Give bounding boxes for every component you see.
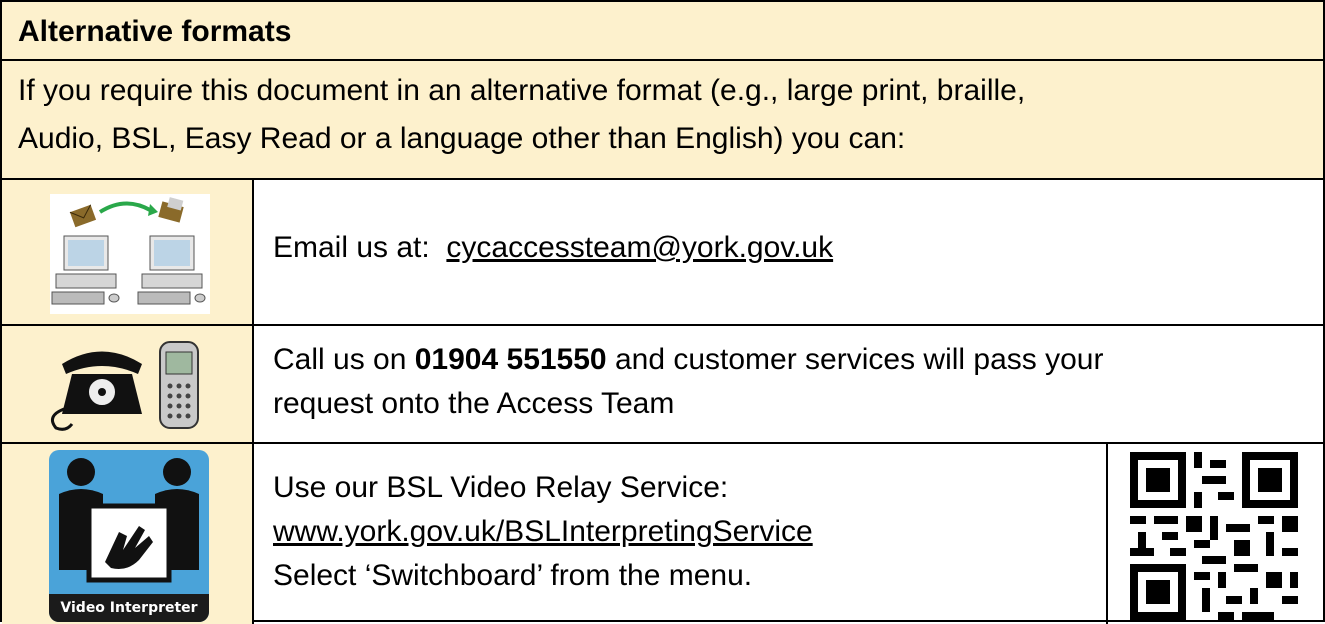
bsl-line-3: Select ‘Switchboard’ from the menu. — [273, 559, 753, 592]
alternative-formats-panel: Alternative formats If you require this … — [0, 0, 1325, 624]
bsl-icon-cell: Video Interpreter — [2, 444, 254, 624]
bsl-link[interactable]: www.york.gov.uk/BSLInterpretingService — [273, 515, 813, 548]
interpreter-figures-icon — [59, 458, 199, 583]
header-row: Alternative formats — [2, 2, 1323, 61]
phone-number: 01904 551550 — [414, 343, 607, 376]
email-text: Email us at: cycaccessteam@york.gov.uk — [273, 226, 833, 270]
phone-prefix: Call us on — [273, 343, 407, 376]
video-interpreter-label: Video Interpreter — [49, 594, 209, 622]
bsl-row: Video Interpreter Use our BSL Video Rela… — [2, 444, 1323, 624]
email-link[interactable]: cycaccessteam@york.gov.uk — [446, 231, 833, 264]
email-prefix: Email us at: — [273, 231, 430, 264]
intro-row: If you require this document in an alter… — [2, 61, 1323, 180]
phone-line-2: request onto the Access Team — [273, 387, 675, 420]
email-icon-cell — [2, 180, 254, 324]
phone-icon-cell — [2, 326, 254, 442]
phone-line-1: Call us on 01904 551550 and customer ser… — [273, 338, 1103, 382]
intro-line-1: If you require this document in an alter… — [18, 74, 1026, 107]
computers-sending-email-icon — [50, 194, 210, 314]
email-row: Email us at: cycaccessteam@york.gov.uk — [2, 180, 1323, 326]
phone-text: Call us on 01904 551550 and customer ser… — [273, 338, 1103, 426]
bsl-text: Use our BSL Video Relay Service: www.yor… — [273, 466, 813, 598]
telephone-and-mobile-icon — [50, 341, 199, 431]
bsl-line-1: Use our BSL Video Relay Service: — [273, 471, 729, 504]
video-interpreter-icon: Video Interpreter — [49, 450, 209, 622]
phone-row: Call us on 01904 551550 and customer ser… — [2, 326, 1323, 444]
intro-line-2: Audio, BSL, Easy Read or a language othe… — [18, 122, 906, 155]
phone-suffix: and customer services will pass your — [614, 343, 1104, 376]
section-title: Alternative formats — [18, 15, 292, 48]
qr-cell — [1106, 444, 1323, 624]
qr-code-icon[interactable] — [1130, 452, 1298, 620]
